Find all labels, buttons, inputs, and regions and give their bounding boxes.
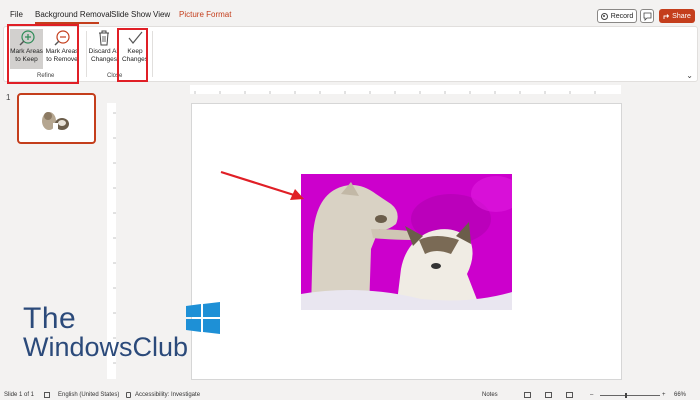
ribbon-panel: Mark Areas to Keep Mark Areas to Remove … (3, 26, 698, 82)
accessibility-status[interactable]: Accessibility: Investigate (135, 392, 200, 398)
dogs-photo-background-removal[interactable] (301, 174, 512, 310)
zoom-out-icon[interactable]: – (590, 392, 593, 398)
tab-file[interactable]: File (10, 10, 23, 19)
group-separator (152, 31, 153, 77)
tab-picture-format[interactable]: Picture Format (179, 10, 231, 19)
share-icon (663, 13, 670, 19)
collapse-ribbon-icon[interactable]: ⌄ (686, 71, 693, 80)
zoom-in-icon[interactable]: + (662, 392, 666, 398)
accessibility-icon (126, 392, 131, 398)
ribbon-tabs: File Background Removal Slide Show View … (0, 0, 700, 26)
record-label: Record (610, 12, 634, 20)
discard-all-changes-button[interactable]: Discard All Changes (88, 29, 120, 69)
slide-sorter-icon[interactable] (545, 392, 552, 398)
watermark-line2: WindowsClub (23, 332, 189, 362)
status-bar: Slide 1 of 1 English (United States) Acc… (0, 391, 700, 400)
annotation-arrow-icon (220, 170, 304, 200)
record-icon (600, 12, 608, 20)
highlight-refine-group (7, 24, 79, 84)
thumbnail-dogs-image (39, 109, 73, 131)
comment-icon (643, 12, 652, 21)
windows-logo-icon (186, 302, 220, 334)
record-button[interactable]: Record (597, 9, 637, 23)
slide-thumbnail[interactable] (17, 93, 96, 144)
group-separator (86, 31, 87, 77)
share-button[interactable]: Share (659, 9, 695, 23)
discard-line2: Changes (90, 56, 118, 63)
slide-counter: Slide 1 of 1 (4, 392, 35, 398)
language-indicator[interactable]: English (United States) (58, 392, 119, 398)
share-label: Share (672, 12, 691, 20)
zoom-level[interactable]: 66% (674, 392, 686, 398)
discard-line1: Discard All (88, 48, 120, 55)
tab-view[interactable]: View (153, 10, 170, 19)
zoom-slider-thumb[interactable] (625, 393, 627, 398)
slide-number: 1 (6, 93, 11, 102)
tab-background-removal[interactable]: Background Removal (35, 10, 111, 19)
highlight-keep-changes (117, 28, 148, 82)
notes-button[interactable]: Notes (482, 392, 498, 398)
zoom-slider[interactable] (600, 395, 660, 396)
tab-slide-show[interactable]: Slide Show (111, 10, 151, 19)
watermark-line1: The (23, 302, 77, 335)
reading-view-icon[interactable] (566, 392, 573, 398)
spelling-icon[interactable] (44, 392, 50, 398)
comments-button[interactable] (640, 9, 654, 23)
horizontal-ruler (190, 85, 621, 94)
normal-view-icon[interactable] (524, 392, 531, 398)
trash-icon (99, 30, 109, 46)
